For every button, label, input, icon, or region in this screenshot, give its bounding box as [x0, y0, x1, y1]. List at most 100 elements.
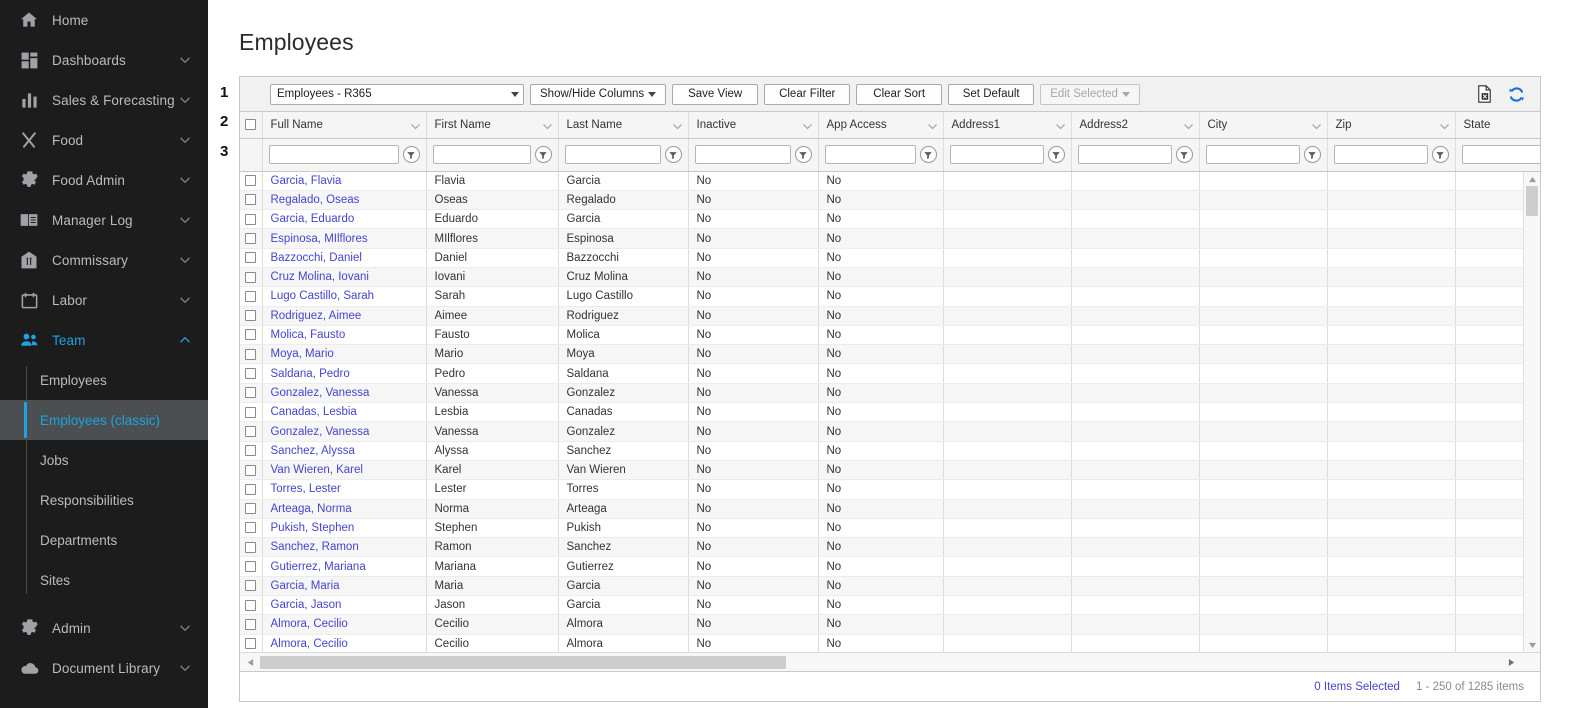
- row-checkbox[interactable]: [245, 175, 257, 187]
- scroll-down-icon[interactable]: [1524, 638, 1540, 652]
- select-all-checkbox[interactable]: [245, 119, 257, 131]
- table-row[interactable]: Almora, Cecilio Cecilio Almora No No: [240, 614, 1540, 635]
- column-header-zip[interactable]: Zip: [1327, 112, 1456, 139]
- employee-link[interactable]: Garcia, Jason: [271, 599, 342, 611]
- filter-input-zip[interactable]: [1333, 145, 1428, 164]
- employee-link[interactable]: Arteaga, Norma: [271, 503, 352, 515]
- set-default-button[interactable]: Set Default: [948, 83, 1035, 105]
- row-select-cell[interactable]: [240, 595, 263, 616]
- row-checkbox[interactable]: [245, 252, 257, 264]
- filter-input-last-name[interactable]: [564, 145, 661, 164]
- table-row[interactable]: Saldana, Pedro Pedro Saldana No No: [240, 363, 1540, 384]
- cell-full-name[interactable]: Canadas, Lesbia: [262, 402, 427, 423]
- table-row[interactable]: Garcia, Maria Maria Garcia No No: [240, 576, 1540, 597]
- cell-full-name[interactable]: Garcia, Flavia: [262, 171, 427, 191]
- cell-full-name[interactable]: Regalado, Oseas: [262, 190, 427, 211]
- filter-funnel-icon[interactable]: [664, 146, 682, 163]
- horizontal-scroll-thumb[interactable]: [260, 656, 786, 669]
- row-select-cell[interactable]: [240, 460, 263, 481]
- scroll-left-icon[interactable]: [242, 653, 259, 671]
- column-header-last-name[interactable]: Last Name: [558, 112, 689, 139]
- filter-funnel-icon[interactable]: [919, 146, 937, 163]
- cell-full-name[interactable]: Garcia, Maria: [262, 576, 427, 597]
- chevron-down-icon[interactable]: [1439, 121, 1449, 130]
- excel-export-icon[interactable]: [1476, 85, 1493, 103]
- table-row[interactable]: Torres, Lester Lester Torres No No: [240, 479, 1540, 500]
- row-select-cell[interactable]: [240, 344, 263, 365]
- filter-input-city[interactable]: [1205, 145, 1300, 164]
- vertical-scroll-thumb[interactable]: [1526, 186, 1538, 216]
- employee-link[interactable]: Espinosa, MIlflores: [271, 233, 368, 245]
- filter-funnel-icon[interactable]: [1431, 146, 1449, 163]
- sidebar-item-food[interactable]: Food: [0, 120, 208, 160]
- row-checkbox[interactable]: [245, 580, 257, 592]
- cell-full-name[interactable]: Bazzocchi, Daniel: [262, 248, 427, 268]
- row-checkbox[interactable]: [245, 483, 257, 495]
- cell-full-name[interactable]: Gonzalez, Vanessa: [262, 383, 427, 404]
- table-row[interactable]: Cruz Molina, Iovani Iovani Cruz Molina No No: [240, 267, 1540, 288]
- row-select-cell[interactable]: [240, 383, 263, 404]
- chevron-down-icon[interactable]: [927, 121, 937, 130]
- row-select-cell[interactable]: [240, 190, 263, 211]
- column-header-inactive[interactable]: Inactive: [688, 112, 819, 139]
- cell-full-name[interactable]: Garcia, Jason: [262, 595, 427, 616]
- table-row[interactable]: Sanchez, Ramon Ramon Sanchez No No: [240, 537, 1540, 558]
- sidebar-item-sites[interactable]: Sites: [0, 560, 208, 600]
- column-header-city[interactable]: City: [1199, 112, 1328, 139]
- chevron-down-icon[interactable]: [672, 121, 682, 130]
- employee-link[interactable]: Rodriguez, Aimee: [271, 310, 362, 322]
- chevron-down-icon[interactable]: [802, 121, 812, 130]
- column-header-state[interactable]: State: [1455, 112, 1540, 139]
- sidebar-item-employees[interactable]: Employees: [0, 360, 208, 400]
- chevron-down-icon[interactable]: [410, 121, 420, 130]
- table-row[interactable]: Sanchez, Alyssa Alyssa Sanchez No No: [240, 441, 1540, 461]
- row-checkbox[interactable]: [245, 541, 257, 553]
- employee-link[interactable]: Lugo Castillo, Sarah: [271, 290, 375, 302]
- row-select-cell[interactable]: [240, 209, 263, 230]
- cell-full-name[interactable]: Lugo Castillo, Sarah: [262, 286, 427, 307]
- employee-link[interactable]: Almora, Cecilio: [271, 618, 348, 630]
- employee-link[interactable]: Sanchez, Ramon: [271, 541, 359, 553]
- chevron-down-icon[interactable]: [1311, 121, 1321, 130]
- employee-link[interactable]: Canadas, Lesbia: [271, 406, 357, 418]
- row-select-cell[interactable]: [240, 363, 263, 384]
- row-select-cell[interactable]: [240, 499, 263, 519]
- clear-filter-button[interactable]: Clear Filter: [764, 83, 851, 105]
- filter-funnel-icon[interactable]: [794, 146, 812, 163]
- employee-link[interactable]: Moya, Mario: [271, 348, 334, 360]
- employee-link[interactable]: Cruz Molina, Iovani: [271, 271, 369, 283]
- cell-full-name[interactable]: Almora, Cecilio: [262, 634, 427, 652]
- cell-full-name[interactable]: Garcia, Eduardo: [262, 209, 427, 230]
- cell-full-name[interactable]: Gonzalez, Vanessa: [262, 421, 427, 442]
- cell-full-name[interactable]: Sanchez, Ramon: [262, 537, 427, 558]
- row-select-cell[interactable]: [240, 614, 263, 635]
- row-select-cell[interactable]: [240, 576, 263, 597]
- row-checkbox[interactable]: [245, 348, 257, 360]
- row-checkbox[interactable]: [245, 271, 257, 283]
- cell-full-name[interactable]: Van Wieren, Karel: [262, 460, 427, 481]
- cell-full-name[interactable]: Saldana, Pedro: [262, 363, 427, 384]
- save-view-button[interactable]: Save View: [672, 83, 759, 105]
- employee-link[interactable]: Bazzocchi, Daniel: [271, 252, 362, 264]
- cell-full-name[interactable]: Rodriguez, Aimee: [262, 306, 427, 326]
- cell-full-name[interactable]: Sanchez, Alyssa: [262, 441, 427, 461]
- filter-input-first-name[interactable]: [432, 145, 531, 164]
- table-row[interactable]: Gonzalez, Vanessa Vanessa Gonzalez No No: [240, 421, 1540, 442]
- row-select-cell[interactable]: [240, 421, 263, 442]
- items-selected-label[interactable]: 0 Items Selected: [1314, 681, 1400, 693]
- employee-link[interactable]: Molica, Fausto: [271, 329, 346, 341]
- table-row[interactable]: Arteaga, Norma Norma Arteaga No No: [240, 499, 1540, 519]
- chevron-down-icon[interactable]: [1183, 121, 1193, 130]
- edit-selected-button[interactable]: Edit Selected: [1040, 83, 1140, 105]
- employee-link[interactable]: Gonzalez, Vanessa: [271, 426, 370, 438]
- table-row[interactable]: Canadas, Lesbia Lesbia Canadas No No: [240, 402, 1540, 423]
- filter-funnel-icon[interactable]: [1175, 146, 1193, 163]
- filter-input-state[interactable]: [1461, 145, 1540, 164]
- employee-link[interactable]: Pukish, Stephen: [271, 522, 355, 534]
- refresh-icon[interactable]: [1507, 85, 1526, 104]
- column-header-address1[interactable]: Address1: [943, 112, 1072, 139]
- chevron-down-icon[interactable]: [542, 121, 552, 130]
- filter-funnel-icon[interactable]: [1303, 146, 1321, 163]
- employee-link[interactable]: Torres, Lester: [271, 483, 341, 495]
- row-select-cell[interactable]: [240, 228, 263, 249]
